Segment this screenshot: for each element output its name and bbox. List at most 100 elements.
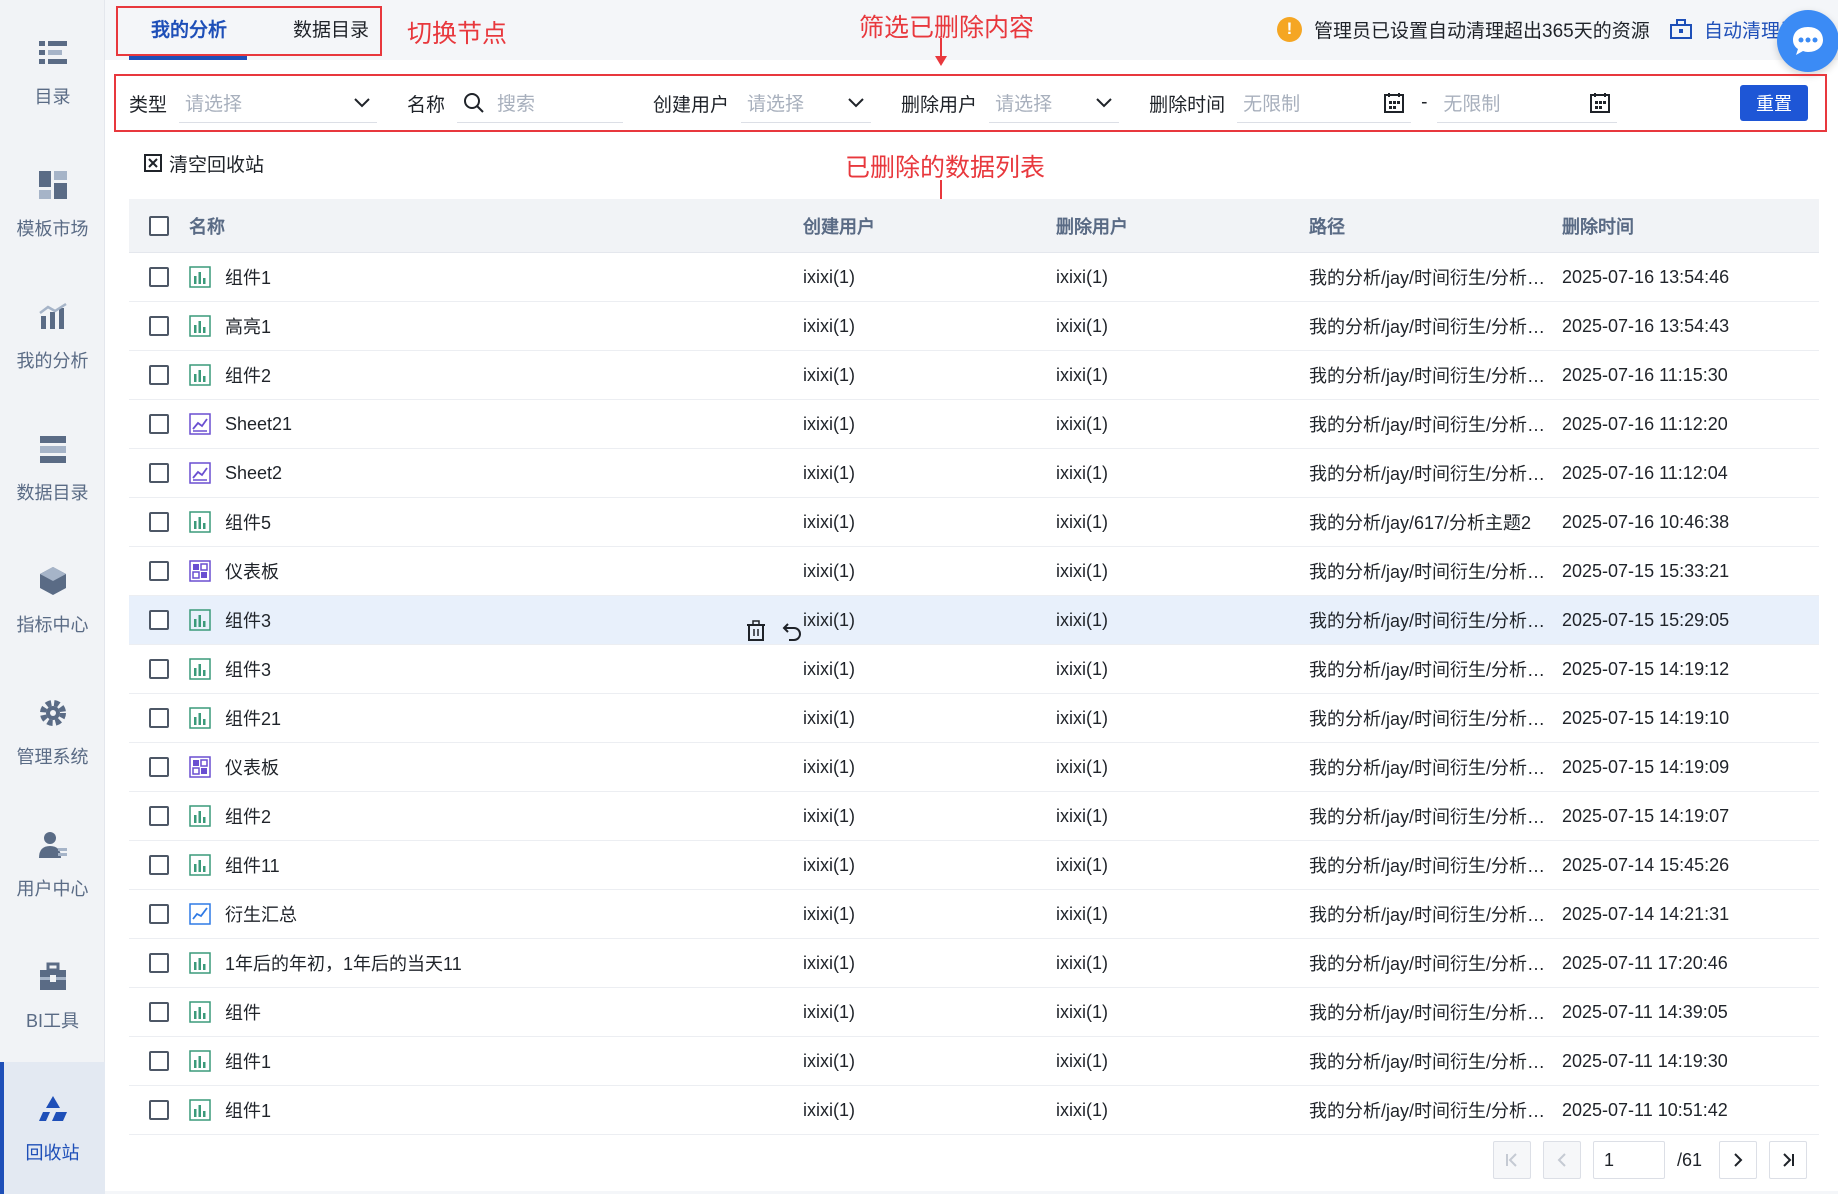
- filter-deleter-select[interactable]: 请选择: [989, 83, 1120, 123]
- row-checkbox[interactable]: [149, 365, 169, 385]
- row-name: 组件2: [225, 366, 272, 386]
- table-row[interactable]: 组件2 ixixi(1) ixixi(1) 我的分析/jay/时间衍生/分析主题…: [129, 792, 1819, 841]
- row-name-cell: 组件1: [189, 264, 803, 290]
- row-path: 我的分析/jay/时间衍生/分析主题: [1309, 1101, 1562, 1121]
- reset-button[interactable]: 重置: [1740, 85, 1808, 121]
- filter-type-label: 类型: [129, 94, 168, 116]
- row-checkbox[interactable]: [149, 561, 169, 581]
- clear-icon: [144, 154, 162, 172]
- sheet-icon: [189, 413, 211, 435]
- search-input[interactable]: 搜索: [457, 83, 624, 123]
- header-name[interactable]: 名称: [189, 213, 803, 239]
- last-page-icon: [1783, 1153, 1794, 1167]
- sidebar-item-bi-tools[interactable]: BI工具: [0, 930, 105, 1062]
- row-name: 1年后的年初，1年后的当天11: [225, 954, 462, 974]
- sidebar-item-template-market[interactable]: 模板市场: [0, 138, 105, 270]
- sidebar-item-management[interactable]: 管理系统: [0, 666, 105, 798]
- row-name-cell: 仪表板: [189, 754, 803, 780]
- table-row[interactable]: 组件1 ixixi(1) ixixi(1) 我的分析/jay/时间衍生/分析主题…: [129, 1086, 1819, 1135]
- row-checkbox-cell: [129, 757, 189, 777]
- table-row[interactable]: 高亮1 ixixi(1) ixixi(1) 我的分析/jay/时间衍生/分析主题…: [129, 302, 1819, 351]
- first-page-button[interactable]: [1493, 1141, 1531, 1179]
- restore-icon[interactable]: [781, 620, 803, 642]
- table-body: 组件1 ixixi(1) ixixi(1) 我的分析/jay/时间衍生/分析主题…: [129, 253, 1819, 1135]
- clear-recycle-bin-button[interactable]: 清空回收站: [143, 150, 264, 176]
- row-time: 2025-07-16 11:12:04: [1562, 462, 1728, 483]
- sidebar-item-recycle-bin[interactable]: 回收站: [0, 1062, 105, 1194]
- sidebar-item-metrics[interactable]: 指标中心: [0, 534, 105, 666]
- sidebar-item-my-analysis[interactable]: 我的分析: [0, 270, 105, 402]
- table-row[interactable]: 组件5 ixixi(1) ixixi(1) 我的分析/jay/617/分析主题2…: [129, 498, 1819, 547]
- header-deleter[interactable]: 删除用户: [1056, 213, 1309, 239]
- table-row[interactable]: 组件11 ixixi(1) ixixi(1) 我的分析/jay/时间衍生/分析主…: [129, 841, 1819, 890]
- table-row[interactable]: 组件2 ixixi(1) ixixi(1) 我的分析/jay/时间衍生/分析主题…: [129, 351, 1819, 400]
- bar-chart-icon: [189, 1050, 211, 1072]
- row-deleter: ixixi(1): [1056, 1099, 1108, 1120]
- table-row[interactable]: 仪表板 ixixi(1) ixixi(1) 我的分析/jay/时间衍生/分析主题…: [129, 547, 1819, 596]
- row-checkbox[interactable]: [149, 806, 169, 826]
- row-checkbox[interactable]: [149, 610, 169, 630]
- row-time: 2025-07-16 11:12:20: [1562, 413, 1728, 434]
- table-row[interactable]: Sheet21 ixixi(1) ixixi(1) 我的分析/jay/时间衍生/…: [129, 400, 1819, 449]
- row-checkbox[interactable]: [149, 267, 169, 287]
- filter-type-select[interactable]: 请选择: [179, 83, 378, 123]
- table-row[interactable]: 组件 ixixi(1) ixixi(1) 我的分析/jay/时间衍生/分析主题 …: [129, 988, 1819, 1037]
- row-checkbox[interactable]: [149, 757, 169, 777]
- annotation-box-tabs: [116, 6, 382, 56]
- table-row[interactable]: 1年后的年初，1年后的当天11 ixixi(1) ixixi(1) 我的分析/j…: [129, 939, 1819, 988]
- select-all-checkbox[interactable]: [149, 215, 169, 236]
- filter-creator-label: 创建用户: [653, 94, 730, 116]
- search-icon: [464, 92, 484, 113]
- row-deleter: ixixi(1): [1056, 903, 1108, 924]
- sidebar-item-catalog[interactable]: 目录: [0, 6, 105, 138]
- sidebar-item-user-center[interactable]: 用户中心: [0, 798, 105, 930]
- page-number-input[interactable]: 1: [1593, 1141, 1665, 1179]
- row-checkbox[interactable]: [149, 953, 169, 973]
- row-checkbox[interactable]: [149, 414, 169, 434]
- first-page-icon: [1506, 1153, 1517, 1167]
- table-row[interactable]: 仪表板 ixixi(1) ixixi(1) 我的分析/jay/时间衍生/分析主题…: [129, 743, 1819, 792]
- table-row[interactable]: 组件1 ixixi(1) ixixi(1) 我的分析/jay/时间衍生/分析主题…: [129, 253, 1819, 302]
- row-checkbox[interactable]: [149, 512, 169, 532]
- row-deleter: ixixi(1): [1056, 756, 1108, 777]
- table-row[interactable]: 组件1 ixixi(1) ixixi(1) 我的分析/jay/时间衍生/分析主题…: [129, 1037, 1819, 1086]
- row-deleter: ixixi(1): [1056, 462, 1108, 483]
- header-time[interactable]: 删除时间: [1562, 213, 1819, 239]
- filter-name-label: 名称: [407, 94, 446, 116]
- bar-chart-icon: [189, 364, 211, 386]
- table-row[interactable]: 衍生汇总 ixixi(1) ixixi(1) 我的分析/jay/时间衍生/分析主…: [129, 890, 1819, 939]
- row-checkbox[interactable]: [149, 708, 169, 728]
- sidebar-item-data-catalog[interactable]: 数据目录: [0, 402, 105, 534]
- row-checkbox[interactable]: [149, 1051, 169, 1071]
- header-creator[interactable]: 创建用户: [803, 213, 1056, 239]
- header-path[interactable]: 路径: [1309, 213, 1562, 239]
- filter-creator-select[interactable]: 请选择: [741, 83, 872, 123]
- row-checkbox[interactable]: [149, 1100, 169, 1120]
- row-checkbox[interactable]: [149, 1002, 169, 1022]
- prev-page-button[interactable]: [1543, 1141, 1581, 1179]
- filter-time-start[interactable]: 无限制: [1237, 83, 1412, 123]
- table-row[interactable]: 组件21 ixixi(1) ixixi(1) 我的分析/jay/时间衍生/分析主…: [129, 694, 1819, 743]
- filter-time-end[interactable]: 无限制: [1437, 83, 1618, 123]
- table-row[interactable]: Sheet2 ixixi(1) ixixi(1) 我的分析/jay/时间衍生/分…: [129, 449, 1819, 498]
- chat-assistant-button[interactable]: [1777, 10, 1838, 72]
- table-row[interactable]: 组件3 ixixi(1) ixixi(1) 我的分析/jay/时间衍生/分析主题…: [129, 645, 1819, 694]
- row-name-cell: 组件: [189, 999, 803, 1025]
- row-checkbox[interactable]: [149, 463, 169, 483]
- row-checkbox[interactable]: [149, 855, 169, 875]
- sidebar-item-label: BI工具: [25, 1011, 79, 1031]
- row-checkbox[interactable]: [149, 904, 169, 924]
- row-deleter: ixixi(1): [1056, 315, 1108, 336]
- last-page-button[interactable]: [1769, 1141, 1807, 1179]
- next-page-button[interactable]: [1719, 1141, 1757, 1179]
- row-deleter: ixixi(1): [1056, 609, 1108, 630]
- row-checkbox[interactable]: [149, 659, 169, 679]
- row-name-cell: 组件11: [189, 852, 803, 878]
- table-row[interactable]: 组件3 ixixi(1) ixixi(1) 我的分析/jay/时间衍生/分析主题…: [129, 596, 1819, 645]
- delete-permanently-icon[interactable]: [745, 620, 767, 642]
- row-path: 我的分析/jay/时间衍生/分析主题: [1309, 464, 1562, 484]
- row-name-cell: Sheet2: [189, 462, 803, 484]
- row-creator: ixixi(1): [803, 560, 855, 581]
- row-deleter: ixixi(1): [1056, 511, 1108, 532]
- row-checkbox[interactable]: [149, 316, 169, 336]
